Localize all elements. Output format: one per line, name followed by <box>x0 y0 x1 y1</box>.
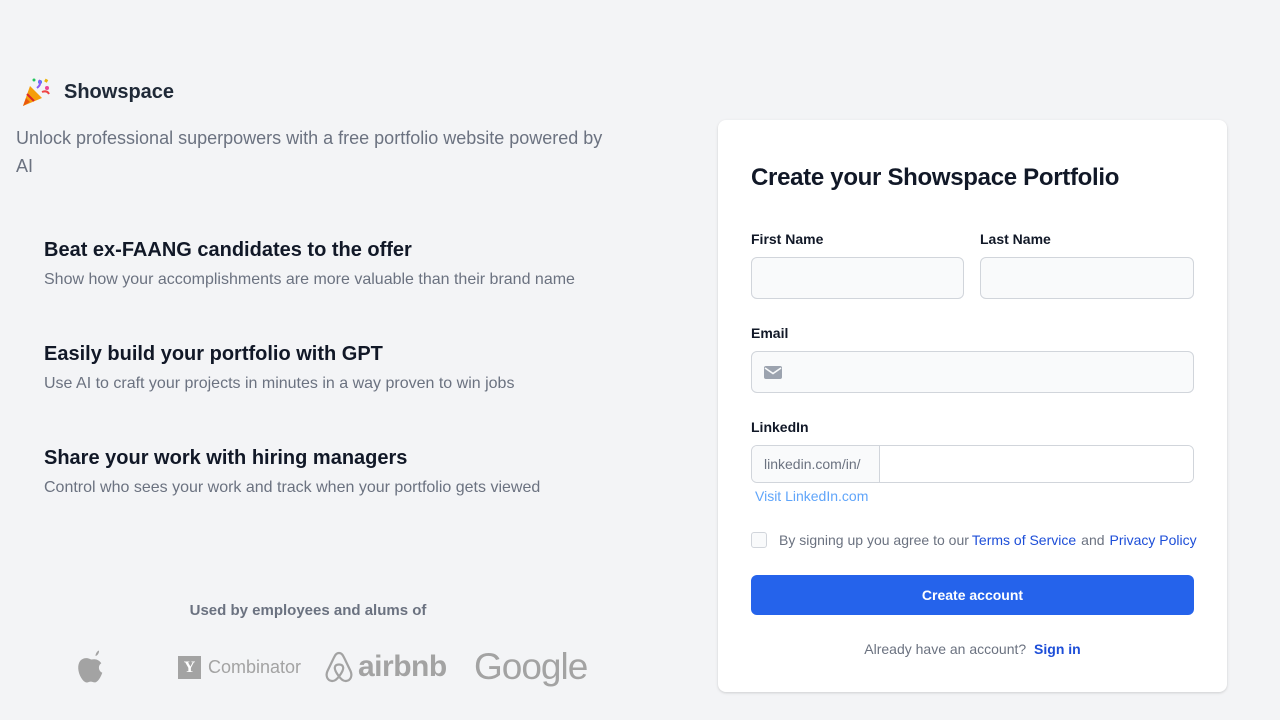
last-name-input[interactable] <box>980 257 1194 299</box>
linkedin-input[interactable] <box>880 446 1193 482</box>
feature-item: Easily build your portfolio with GPT Use… <box>44 340 624 444</box>
form-title: Create your Showspace Portfolio <box>751 164 1120 191</box>
feature-description: Control who sees your work and track whe… <box>44 479 541 496</box>
feature-title: Share your work with hiring managers <box>44 447 408 469</box>
google-logo: Google <box>474 646 588 688</box>
linkedin-field: linkedin.com/in/ <box>751 445 1194 483</box>
email-input[interactable] <box>751 351 1194 393</box>
airbnb-belo-icon <box>325 651 353 683</box>
feature-item: Share your work with hiring managers Con… <box>44 444 624 548</box>
terms-checkbox[interactable] <box>751 532 767 548</box>
airbnb-text: airbnb <box>358 650 447 683</box>
yc-mark: Y <box>178 656 201 679</box>
feature-title: Beat ex-FAANG candidates to the offer <box>44 239 412 261</box>
apple-logo-icon <box>76 650 104 684</box>
terms-of-service-link[interactable]: Terms of Service <box>972 532 1076 548</box>
terms-row: By signing up you agree to our Terms of … <box>751 532 1197 548</box>
last-name-label: Last Name <box>980 231 1051 247</box>
signin-prompt: Already have an account? <box>864 641 1027 657</box>
terms-and-text: and <box>1081 532 1105 548</box>
used-by-heading: Used by employees and alums of <box>189 602 427 619</box>
terms-text: By signing up you agree to our <box>779 532 969 548</box>
feature-description: Show how your accomplishments are more v… <box>44 271 575 288</box>
signup-card: Create your Showspace Portfolio First Na… <box>718 120 1227 692</box>
company-logos: Y Combinator airbnb Google <box>0 646 616 690</box>
tagline: Unlock professional superpowers with a f… <box>16 128 603 176</box>
linkedin-label: LinkedIn <box>751 419 809 435</box>
party-popper-icon <box>20 76 52 108</box>
yc-text: Combinator <box>208 657 302 677</box>
airbnb-logo: airbnb <box>324 650 447 684</box>
feature-list: Beat ex-FAANG candidates to the offer Sh… <box>44 236 624 548</box>
feature-item: Beat ex-FAANG candidates to the offer Sh… <box>44 236 624 340</box>
feature-title: Easily build your portfolio with GPT <box>44 343 383 365</box>
email-label: Email <box>751 325 789 341</box>
brand[interactable]: Showspace <box>20 76 174 108</box>
create-account-button[interactable]: Create account <box>751 575 1194 615</box>
visit-linkedin-link[interactable]: Visit LinkedIn.com <box>755 488 868 504</box>
first-name-input[interactable] <box>751 257 964 299</box>
google-text: Google <box>474 646 588 687</box>
y-combinator-logo: Y Combinator <box>178 656 301 679</box>
first-name-label: First Name <box>751 231 824 247</box>
signin-link[interactable]: Sign in <box>1034 641 1081 657</box>
linkedin-prefix: linkedin.com/in/ <box>752 446 880 482</box>
feature-description: Use AI to craft your projects in minutes… <box>44 375 515 392</box>
mail-icon <box>764 364 782 380</box>
privacy-policy-link[interactable]: Privacy Policy <box>1110 532 1197 548</box>
signin-row: Already have an account? Sign in <box>718 641 1227 657</box>
brand-name: Showspace <box>64 80 175 103</box>
